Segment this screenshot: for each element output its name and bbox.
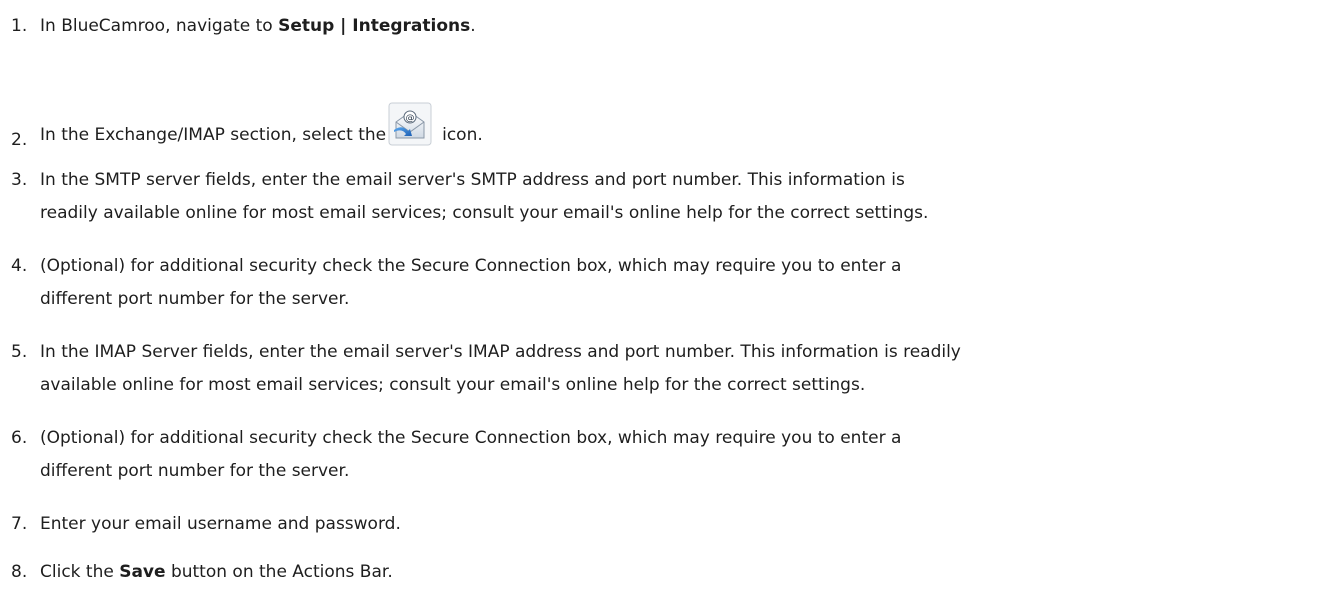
step-number: 5.	[11, 342, 28, 362]
step-text: Click the Save button on the Actions Bar…	[40, 556, 1337, 589]
step-number: 4.	[11, 256, 28, 276]
step-text: In the Exchange/IMAP section, select the	[40, 102, 1337, 152]
step-text: In BlueCamroo, navigate to Setup | Integ…	[40, 10, 1337, 43]
email-envelope-icon: @	[388, 102, 432, 146]
step-number: 3.	[11, 170, 28, 190]
step-text-suffix: button on the Actions Bar.	[165, 562, 393, 582]
step-text-line: In the SMTP server fields, enter the ema…	[40, 170, 905, 190]
step-text-line: available online for most email services…	[40, 375, 866, 395]
step-text: In the SMTP server fields, enter the ema…	[40, 164, 1337, 230]
step-text: In the IMAP Server fields, enter the ema…	[40, 336, 1337, 402]
step-number: 6.	[11, 428, 28, 448]
step-text-suffix: .	[470, 16, 476, 36]
step-text-prefix: In the Exchange/IMAP section, select the	[40, 125, 387, 145]
step-number: 8.	[11, 562, 28, 582]
save-button-reference: Save	[119, 562, 166, 582]
step-text: (Optional) for additional security check…	[40, 422, 1337, 488]
step-text-line: In the IMAP Server fields, enter the ema…	[40, 342, 961, 362]
step-text-line: (Optional) for additional security check…	[40, 428, 902, 448]
setup-integrations-path: Setup | Integrations	[278, 16, 471, 36]
step-text-suffix: icon.	[442, 125, 483, 145]
step-text: (Optional) for additional security check…	[40, 250, 1337, 316]
step-text-line: (Optional) for additional security check…	[40, 256, 902, 276]
step-text-line: different port number for the server.	[40, 289, 350, 309]
step-text: Enter your email username and password.	[40, 514, 401, 534]
step-number: 7.	[11, 514, 28, 534]
step-text-line: different port number for the server.	[40, 461, 350, 481]
step-text-line: readily available online for most email …	[40, 203, 929, 223]
step-text-prefix: In BlueCamroo, navigate to	[40, 16, 279, 36]
step-number: 1.	[11, 16, 28, 36]
step-number: 2.	[11, 130, 28, 150]
svg-text:@: @	[406, 114, 415, 124]
step-text-prefix: Click the	[40, 562, 120, 582]
